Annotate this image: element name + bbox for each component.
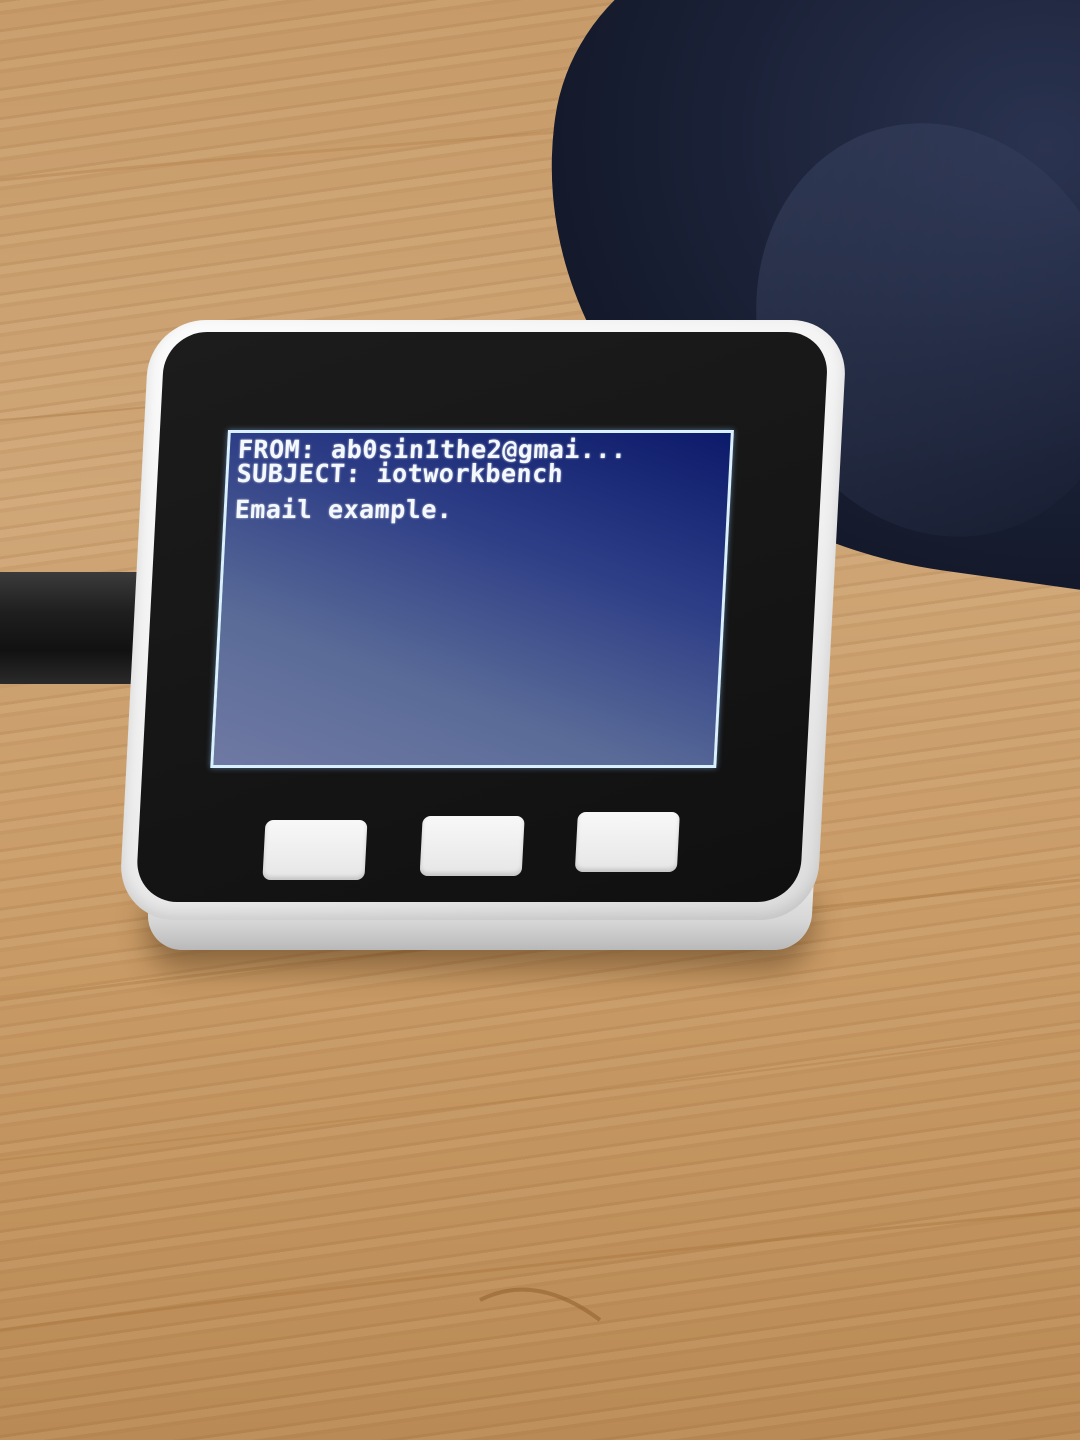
lcd-screen: FROM: ab0sin1the2@gmai... SUBJECT: iotwo… xyxy=(210,430,734,768)
email-subject-line: SUBJECT: iotworkbench xyxy=(235,459,565,488)
button-b[interactable] xyxy=(419,816,525,876)
email-body-line: Email example. xyxy=(234,495,454,524)
device-face: FROM: ab0sin1the2@gmai... SUBJECT: iotwo… xyxy=(135,332,830,902)
photo-scene: FROM: ab0sin1the2@gmai... SUBJECT: iotwo… xyxy=(0,0,1080,1440)
button-a[interactable] xyxy=(262,820,368,880)
button-c[interactable] xyxy=(574,812,680,872)
iot-device: FROM: ab0sin1the2@gmai... SUBJECT: iotwo… xyxy=(118,320,848,920)
